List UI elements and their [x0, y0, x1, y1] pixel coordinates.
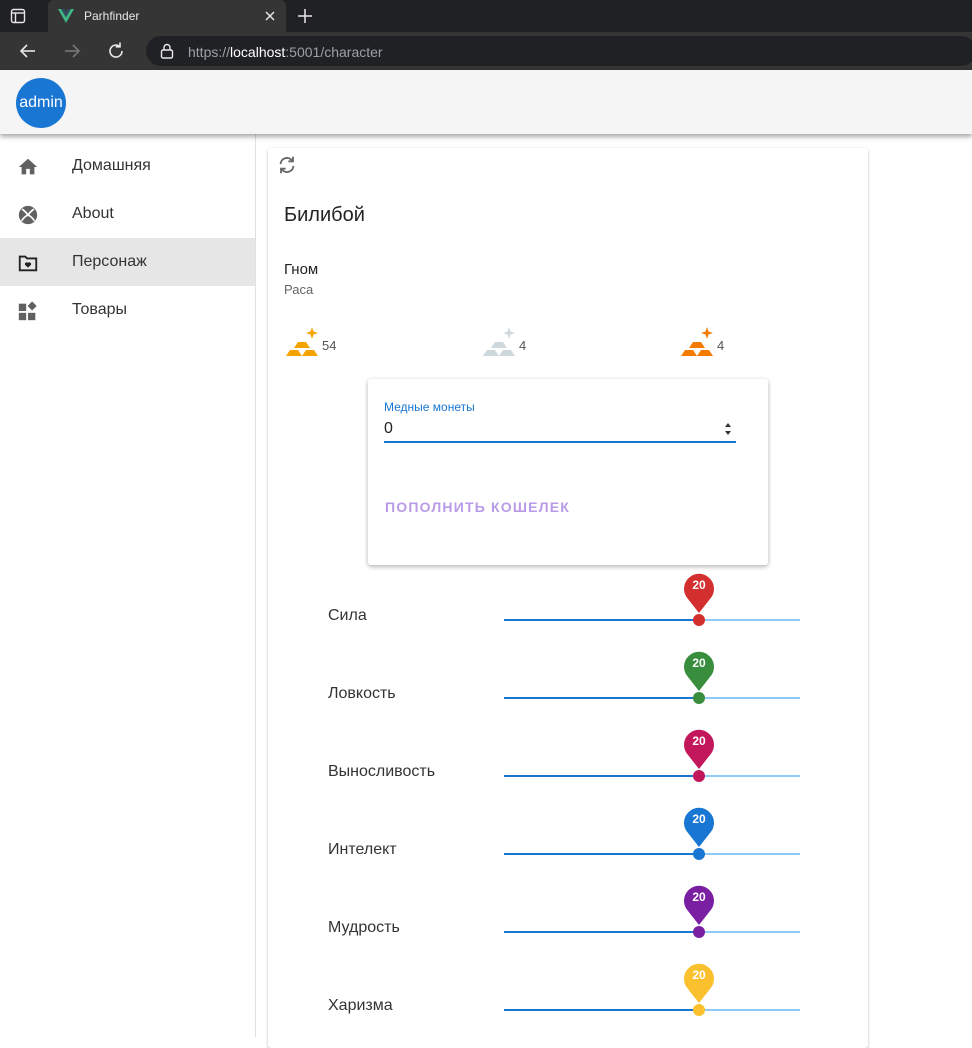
- value-pin-icon: [684, 573, 714, 613]
- stat-intelligence: Интелект 20: [328, 807, 808, 867]
- sidebar-item-label: Товары: [72, 301, 128, 318]
- stat-slider[interactable]: 20: [504, 573, 800, 626]
- tab-actions-icon[interactable]: [10, 8, 26, 24]
- slider-thumb[interactable]: [693, 614, 705, 626]
- sidebar-item-label: Персонаж: [72, 253, 147, 270]
- value-pin-icon: [684, 651, 714, 691]
- stat-wisdom: Мудрость 20: [328, 885, 808, 945]
- avatar[interactable]: admin: [16, 78, 66, 128]
- browser-nav-bar: https://localhost:5001/character: [0, 32, 972, 70]
- stat-value: 20: [692, 890, 706, 904]
- slider-thumb[interactable]: [693, 848, 705, 860]
- slider-value-pin: 20: [683, 804, 715, 848]
- silver-coins-icon: [483, 327, 515, 356]
- stat-slider[interactable]: 20: [504, 729, 800, 782]
- stat-label: Мудрость: [328, 919, 400, 936]
- stat-strength: Сила 20: [328, 573, 808, 633]
- slider-fill: [504, 619, 699, 621]
- sidebar-item-goods[interactable]: Товары: [0, 286, 255, 334]
- stat-value: 20: [692, 812, 706, 826]
- stat-charisma: Харизма 20: [328, 963, 808, 1023]
- wallet-topup-card: Медные монеты ПОПОЛНИТЬ КОШЕЛЕК: [368, 379, 768, 565]
- value-pin-icon: [684, 885, 714, 925]
- stat-label: Харизма: [328, 997, 393, 1014]
- stat-value: 20: [692, 656, 706, 670]
- copper-coins-field-label: Медные монеты: [384, 400, 475, 414]
- character-card: Билибой Гном Раса 54 4 4 Медные монеты 0…: [268, 148, 868, 1048]
- value-pin-icon: [684, 963, 714, 1003]
- url-text: https://localhost:5001/character: [188, 44, 383, 60]
- tab-title: Parhfinder: [84, 9, 140, 23]
- stat-constitution: Выносливость 20: [328, 729, 808, 789]
- slider-value-pin: 20: [683, 726, 715, 770]
- browser-tab-bar: Parhfinder: [0, 0, 972, 32]
- stat-value: 20: [692, 734, 706, 748]
- slider-fill: [504, 697, 699, 699]
- browser-tab[interactable]: Parhfinder: [48, 0, 286, 32]
- sidebar-item-home[interactable]: Домашняя: [0, 142, 255, 190]
- slider-fill: [504, 1009, 699, 1011]
- race-label: Раса: [284, 282, 314, 297]
- widgets-icon: [18, 301, 37, 321]
- slider-fill: [504, 931, 699, 933]
- slider-value-pin: 20: [683, 882, 715, 926]
- forward-arrow-icon[interactable]: [62, 41, 82, 61]
- back-arrow-icon[interactable]: [18, 41, 38, 61]
- sidebar-item-character[interactable]: Персонаж: [0, 238, 255, 286]
- slider-fill: [504, 775, 699, 777]
- stat-label: Выносливость: [328, 763, 436, 780]
- gold-coins-icon: [286, 327, 318, 356]
- slider-thumb[interactable]: [693, 692, 705, 704]
- stat-slider[interactable]: 20: [504, 807, 800, 860]
- stat-value: 20: [692, 578, 706, 592]
- race-value: Гном: [284, 261, 319, 278]
- reload-icon[interactable]: [106, 41, 126, 61]
- sidebar-item-label: About: [72, 205, 114, 222]
- address-bar[interactable]: https://localhost:5001/character: [146, 36, 972, 66]
- home-icon: [18, 158, 38, 175]
- copper-count: 4: [717, 338, 725, 353]
- lock-icon[interactable]: [160, 43, 174, 59]
- stat-value: 20: [692, 968, 706, 982]
- stat-label: Сила: [328, 607, 367, 624]
- slider-value-pin: 20: [683, 648, 715, 692]
- sidebar-item-label: Домашняя: [72, 157, 151, 174]
- sidebar-item-about[interactable]: About: [0, 190, 255, 238]
- navigation-drawer: Домашняя About Персонаж Товары: [0, 134, 256, 1037]
- value-pin-icon: [684, 729, 714, 769]
- topup-wallet-button[interactable]: ПОПОЛНИТЬ КОШЕЛЕК: [378, 493, 577, 521]
- xbox-icon: [18, 205, 38, 225]
- folder-heart-icon: [18, 255, 38, 272]
- refresh-icon[interactable]: [276, 154, 298, 176]
- slider-value-pin: 20: [683, 570, 715, 614]
- vue-logo-icon: [58, 9, 74, 23]
- app-bar: admin: [0, 70, 972, 134]
- silver-count: 4: [519, 338, 527, 353]
- number-stepper-icon[interactable]: [722, 419, 734, 439]
- close-tab-icon[interactable]: [262, 8, 278, 24]
- copper-coins-input[interactable]: [384, 417, 736, 443]
- new-tab-icon[interactable]: [296, 7, 314, 25]
- stat-dexterity: Ловкость 20: [328, 651, 808, 711]
- copper-coins-icon: [681, 327, 713, 356]
- stat-slider[interactable]: 20: [504, 963, 800, 1016]
- slider-thumb[interactable]: [693, 926, 705, 938]
- slider-thumb[interactable]: [693, 1004, 705, 1016]
- stat-slider[interactable]: 20: [504, 885, 800, 938]
- slider-thumb[interactable]: [693, 770, 705, 782]
- stat-label: Ловкость: [328, 685, 396, 702]
- slider-fill: [504, 853, 699, 855]
- value-pin-icon: [684, 807, 714, 847]
- slider-value-pin: 20: [683, 960, 715, 1004]
- stat-slider[interactable]: 20: [504, 651, 800, 704]
- stat-label: Интелект: [328, 841, 397, 858]
- gold-count: 54: [322, 338, 337, 353]
- character-name: Билибой: [284, 204, 365, 226]
